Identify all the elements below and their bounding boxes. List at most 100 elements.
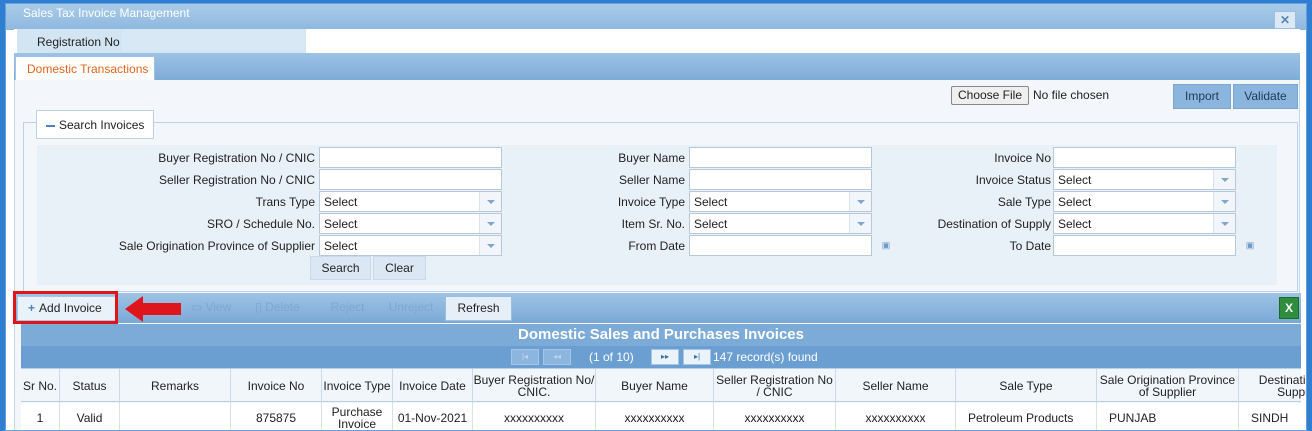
sro-label: SRO / Schedule No. [206,217,315,231]
delete-label: Delete [265,300,300,314]
invoice-status-value: Select [1058,173,1092,187]
reject-button[interactable]: Reject [320,296,375,321]
search-button[interactable]: Search [310,256,371,280]
seller-reg-label: Seller Registration No / CNIC [158,173,315,187]
choose-file-button[interactable]: Choose File [951,86,1029,105]
origination-label: Sale Origination Province of Supplier [118,239,315,253]
collapse-icon [46,124,55,127]
column-header[interactable]: Invoice No [231,369,322,403]
registration-row: Registration No [14,29,1300,54]
view-icon: ▭ [190,300,206,314]
to-date-label: To Date [1009,239,1051,253]
grid-title: Domestic Sales and Purchases Invoices [21,324,1301,346]
seller-name-input[interactable] [689,169,872,190]
invoice-no-input[interactable] [1053,147,1236,168]
column-header[interactable]: Buyer Name [596,369,714,403]
chevron-down-icon [1213,214,1235,233]
column-header[interactable]: Remarks [120,369,231,403]
table-header: Sr No. Status Remarks Invoice No Invoice… [21,368,1306,403]
calendar-icon[interactable]: ▣ [1237,235,1263,256]
cell-seller-name: xxxxxxxxxx [836,403,956,430]
invoice-status-label: Invoice Status [975,173,1051,187]
pager: |◂ ◂◂ (1 of 10) ▸▸ ▸| 147 record(s) foun… [21,346,1301,368]
cell-status: Valid [60,403,120,430]
search-legend[interactable]: Search Invoices [36,110,154,139]
seller-name-label: Seller Name [618,173,685,187]
chevron-down-icon [479,236,501,255]
invoice-type-label: Invoice Type [617,195,685,209]
tab-bar: Domestic Transactions [14,53,1300,80]
chevron-down-icon [849,192,871,211]
invoice-status-select[interactable]: Select [1053,169,1236,190]
clear-button[interactable]: Clear [373,256,426,280]
buyer-reg-input[interactable] [319,147,502,168]
invoice-no-label: Invoice No [994,151,1051,165]
last-page-icon[interactable]: ▸| [683,349,711,365]
excel-export-icon[interactable]: X [1279,297,1299,319]
cell-sale-type: Petroleum Products [956,403,1097,430]
column-header[interactable]: Status [60,369,120,403]
next-page-icon[interactable]: ▸▸ [651,349,679,365]
chevron-down-icon [849,214,871,233]
page-indicator: (1 of 10) [589,350,634,364]
column-header[interactable]: Sale Origination Province of Supplier [1097,369,1239,403]
invoice-window: Sales Tax Invoice Management ✕ Registrat… [5,3,1307,431]
column-header[interactable]: Destination of Supply [1239,369,1306,403]
buyer-reg-label: Buyer Registration No / CNIC [158,151,315,165]
calendar-icon[interactable]: ▣ [873,235,899,256]
cell-sr-no: 1 [21,403,60,430]
trans-type-value: Select [324,195,358,209]
unreject-button[interactable]: Unreject [379,296,443,321]
invoice-type-select[interactable]: Select [689,191,872,212]
cell-remarks [120,403,231,430]
cell-invoice-type: Purchase Invoice [322,403,393,430]
destination-select[interactable]: Select [1053,213,1236,234]
close-icon[interactable]: ✕ [1274,11,1296,29]
sale-type-select[interactable]: Select [1053,191,1236,212]
buyer-name-label: Buyer Name [618,151,685,165]
sale-type-value: Select [1058,195,1092,209]
tab-content: Choose File No file chosen Import Valida… [13,80,1306,430]
prev-page-icon[interactable]: ◂◂ [543,349,571,365]
trans-type-select[interactable]: Select [319,191,502,212]
item-sr-value: Select [694,217,728,231]
first-page-icon[interactable]: |◂ [511,349,539,365]
cell-invoice-no: 875875 [231,403,322,430]
view-button[interactable]: ▭ View [185,296,237,321]
cell-seller-reg: xxxxxxxxxx [714,403,836,430]
delete-button[interactable]: ▯ Delete [245,296,310,321]
red-arrow-icon [125,296,181,322]
refresh-button[interactable]: Refresh [445,296,512,321]
column-header[interactable]: Seller Registration No / CNIC [714,369,836,403]
table-row[interactable]: 1 Valid 875875 Purchase Invoice 01-Nov-2… [21,403,1301,430]
validate-button[interactable]: Validate [1233,84,1298,109]
cell-buyer-reg: xxxxxxxxxx [473,403,596,430]
column-header[interactable]: Invoice Type [322,369,393,403]
import-button[interactable]: Import [1173,84,1231,109]
column-header[interactable]: Buyer Registration No/ CNIC. [473,369,596,403]
origination-select[interactable]: Select [319,235,502,256]
sale-type-label: Sale Type [997,195,1051,209]
origination-value: Select [324,239,358,253]
chevron-down-icon [479,214,501,233]
registration-value [122,30,305,51]
trans-type-label: Trans Type [255,195,315,209]
destination-value: Select [1058,217,1092,231]
sro-select[interactable]: Select [319,213,502,234]
from-date-input[interactable] [689,235,872,256]
tab-domestic-transactions[interactable]: Domestic Transactions [15,56,155,80]
column-header[interactable]: Sr No. [21,369,60,403]
column-header[interactable]: Seller Name [836,369,956,403]
view-label: View [205,300,232,314]
record-count: 147 record(s) found [713,350,818,364]
item-sr-select[interactable]: Select [689,213,872,234]
chevron-down-icon [1213,192,1235,211]
to-date-input[interactable] [1053,235,1236,256]
file-status: No file chosen [1033,88,1110,102]
seller-reg-input[interactable] [319,169,502,190]
destination-label: Destination of Supply [937,217,1051,231]
cell-buyer-name: xxxxxxxxxx [596,403,714,430]
column-header[interactable]: Invoice Date [393,369,473,403]
buyer-name-input[interactable] [689,147,872,168]
column-header[interactable]: Sale Type [956,369,1097,403]
